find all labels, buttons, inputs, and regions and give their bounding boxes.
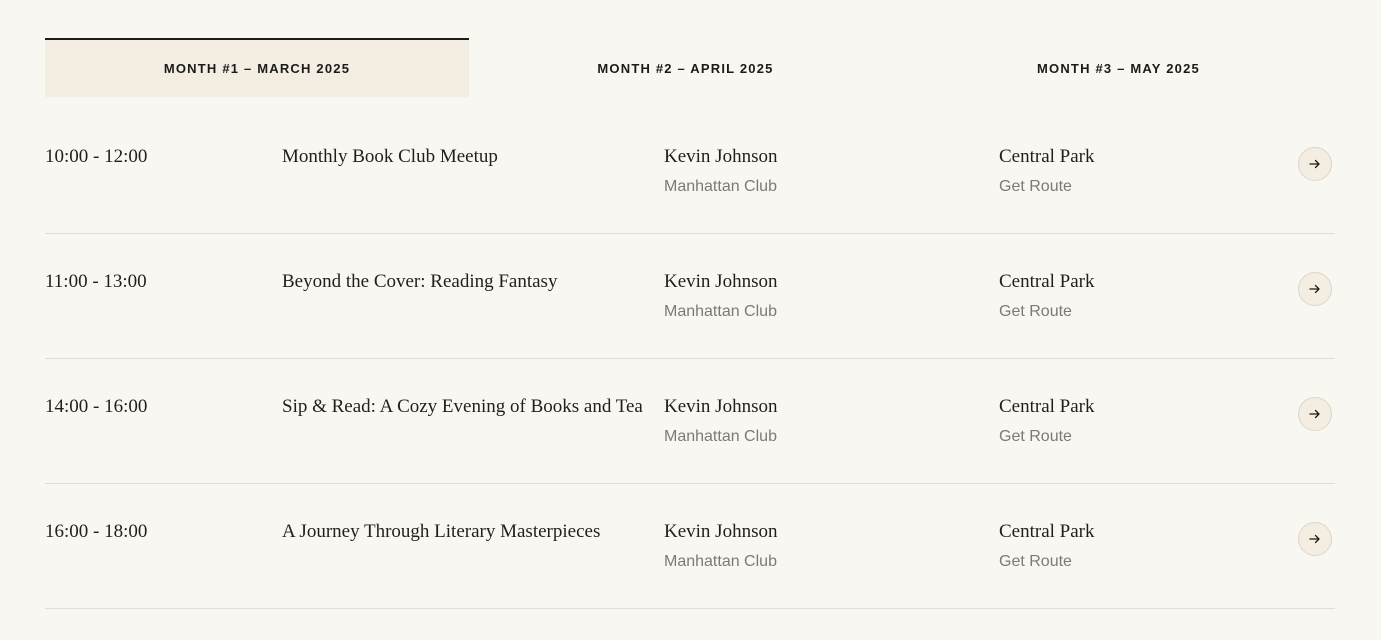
host-name: Kevin Johnson xyxy=(664,146,778,167)
event-details-button[interactable] xyxy=(1298,522,1332,556)
club-name: Manhattan Club xyxy=(664,428,777,445)
get-route-link[interactable]: Get Route xyxy=(999,302,1072,321)
event-time: 14:00 - 16:00 xyxy=(45,396,148,417)
event-row: 16:00 - 18:00 A Journey Through Literary… xyxy=(45,484,1335,609)
club-name: Manhattan Club xyxy=(664,553,777,570)
event-row: 11:00 - 13:00 Beyond the Cover: Reading … xyxy=(45,234,1335,359)
event-time: 16:00 - 18:00 xyxy=(45,521,148,542)
get-route-link[interactable]: Get Route xyxy=(999,552,1072,571)
event-details-button[interactable] xyxy=(1298,397,1332,431)
tab-april-2025[interactable]: MONTH #2 – APRIL 2025 xyxy=(469,38,902,97)
host-name: Kevin Johnson xyxy=(664,271,778,292)
event-title: A Journey Through Literary Masterpieces xyxy=(282,521,601,542)
club-name: Manhattan Club xyxy=(664,303,777,320)
event-list: 10:00 - 12:00 Monthly Book Club Meetup K… xyxy=(45,109,1335,609)
event-details-button[interactable] xyxy=(1298,272,1332,306)
tab-may-2025[interactable]: MONTH #3 – MAY 2025 xyxy=(902,38,1335,97)
tab-march-2025[interactable]: MONTH #1 – MARCH 2025 xyxy=(45,38,469,97)
arrow-right-icon xyxy=(1309,409,1320,419)
arrow-right-icon xyxy=(1309,159,1320,169)
event-title: Beyond the Cover: Reading Fantasy xyxy=(282,271,558,292)
get-route-link[interactable]: Get Route xyxy=(999,177,1072,196)
arrow-right-icon xyxy=(1309,284,1320,294)
event-title: Monthly Book Club Meetup xyxy=(282,146,498,167)
event-row: 10:00 - 12:00 Monthly Book Club Meetup K… xyxy=(45,109,1335,234)
venue-name: Central Park xyxy=(999,146,1095,167)
venue-name: Central Park xyxy=(999,271,1095,292)
club-name: Manhattan Club xyxy=(664,178,777,195)
event-schedule: MONTH #1 – MARCH 2025 MONTH #2 – APRIL 2… xyxy=(0,0,1381,640)
event-title: Sip & Read: A Cozy Evening of Books and … xyxy=(282,396,643,417)
venue-name: Central Park xyxy=(999,521,1095,542)
arrow-right-icon xyxy=(1309,534,1320,544)
event-time: 11:00 - 13:00 xyxy=(45,271,147,292)
host-name: Kevin Johnson xyxy=(664,396,778,417)
month-tabs: MONTH #1 – MARCH 2025 MONTH #2 – APRIL 2… xyxy=(45,38,1335,97)
event-details-button[interactable] xyxy=(1298,147,1332,181)
event-time: 10:00 - 12:00 xyxy=(45,146,148,167)
event-row: 14:00 - 16:00 Sip & Read: A Cozy Evening… xyxy=(45,359,1335,484)
venue-name: Central Park xyxy=(999,396,1095,417)
get-route-link[interactable]: Get Route xyxy=(999,427,1072,446)
host-name: Kevin Johnson xyxy=(664,521,778,542)
